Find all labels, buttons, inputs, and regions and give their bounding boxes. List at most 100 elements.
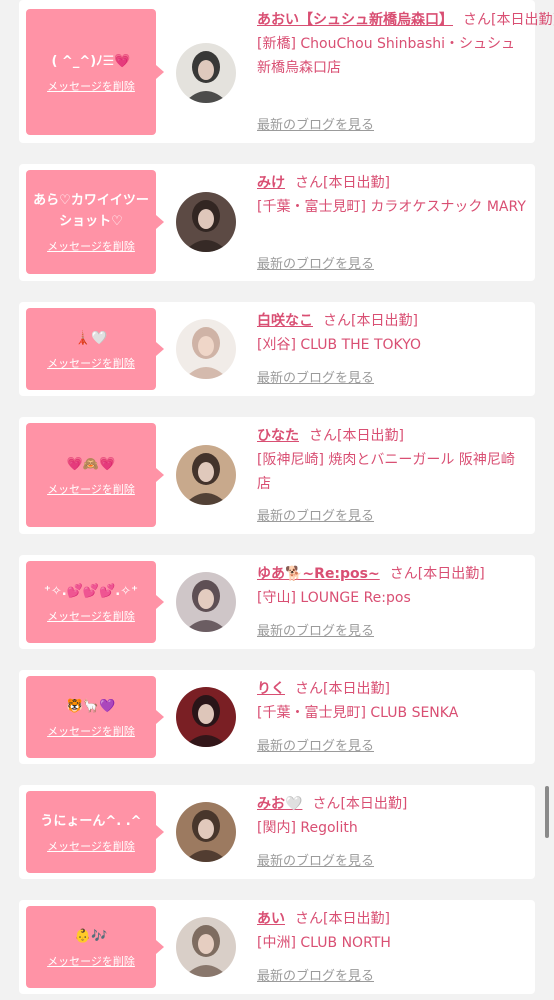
avatar[interactable] [176,687,236,747]
message-text: あら♡カワイイツーショット♡ [33,193,149,229]
latest-blog-link[interactable]: 最新のブログを見る [257,968,374,986]
name-line: 白咲なこ さん[本日出勤] [257,309,527,333]
delete-message-link[interactable]: メッセージを削除 [47,838,135,854]
girl-info: みお🤍 さん[本日出勤] [関内] Regolith 最新のブログを見る [257,792,527,879]
girl-name-link[interactable]: りく [257,681,285,697]
status-label: [本日出勤] [323,175,390,191]
message-bubble: 👶🎶 メッセージを削除 [26,906,164,988]
avatar[interactable] [176,192,236,252]
shop-name: Regolith [300,820,358,836]
honorific: さん [295,681,323,697]
shop-name: LOUNGE Re:pos [300,590,411,606]
shop-detail: [新橋] ChouChou Shinbashi・シュシュ新橋烏森口店 [257,32,527,80]
honorific: さん [312,796,341,812]
name-line: あおい【シュシュ新橋烏森口】 さん[本日出勤] [257,8,554,32]
latest-blog-link[interactable]: 最新のブログを見る [257,853,374,871]
girl-info: みけ さん[本日出勤] [千葉・富士見町] カラオケスナック MARY 最新のブログを… [257,171,527,281]
shop-detail: [阪神尼崎] 焼肉とバニーガール 阪神尼崎店 [257,448,527,496]
latest-blog-link[interactable]: 最新のブログを見る [257,738,374,756]
delete-message-link[interactable]: メッセージを削除 [47,608,135,624]
avatar[interactable] [176,445,236,505]
girl-name-link[interactable]: ゆあ🐕~Re:pos~ [257,566,380,582]
status-label: [本日出勤] [323,681,390,697]
latest-blog-link[interactable]: 最新のブログを見る [257,623,374,641]
girl-name-link[interactable]: ひなた [257,428,299,444]
shop-detail: [関内] Regolith [257,816,527,840]
avatar[interactable] [176,43,236,103]
status-label: [本日出勤] [340,796,408,812]
girl-card: ⁺✧.💕💕💕.✧⁺ メッセージを削除 ゆあ🐕~Re:pos~ さん[本日出勤] [守山]… [19,555,535,649]
shop-name: ChouChou Shinbashi・シュシュ新橋烏森口店 [257,36,516,76]
area-label: [守山] [257,590,296,606]
message-bubble: 🐯🦙💜 メッセージを削除 [26,676,164,758]
avatar[interactable] [176,917,236,977]
girl-info: ひなた さん[本日出勤] [阪神尼崎] 焼肉とバニーガール 阪神尼崎店 最新のブログを… [257,424,527,534]
message-bubble: ( ^_^)ﾉ☰💗 メッセージを削除 [26,9,164,135]
girl-card: 💗🙈💗 メッセージを削除 ひなた さん[本日出勤] [阪神尼崎] 焼肉とバニーガール 阪… [19,417,535,534]
message-bubble: 🗼🤍 メッセージを削除 [26,308,164,390]
status-label: [本日出勤] [491,12,554,28]
girl-card: 👶🎶 メッセージを削除 あい さん[本日出勤] [中洲] CLUB NORTH 最新のブロ… [19,900,535,994]
honorific: さん [295,911,323,927]
girl-card: うにょーん^. .^ メッセージを削除 みお🤍 さん[本日出勤] [関内] Regoli… [19,785,535,879]
message-text: 🗼🤍 [74,330,108,346]
girl-card: 🐯🦙💜 メッセージを削除 りく さん[本日出勤] [千葉・富士見町] CLUB SENK… [19,670,535,764]
avatar[interactable] [176,572,236,632]
honorific: さん [463,12,491,28]
message-text: ⁺✧.💕💕💕.✧⁺ [44,583,138,599]
status-label: [本日出勤] [417,566,485,582]
delete-message-link[interactable]: メッセージを削除 [47,953,135,969]
name-line: あい さん[本日出勤] [257,907,527,931]
area-label: [千葉・富士見町] [257,705,366,721]
latest-blog-link[interactable]: 最新のブログを見る [257,117,374,135]
area-label: [関内] [257,820,296,836]
message-text: 🐯🦙💜 [66,698,116,714]
honorific: さん [295,175,323,191]
name-line: ひなた さん[本日出勤] [257,424,527,448]
name-line: みお🤍 さん[本日出勤] [257,792,527,816]
name-line: みけ さん[本日出勤] [257,171,527,195]
status-label: [本日出勤] [323,911,390,927]
area-label: [阪神尼崎] [257,452,324,468]
shop-name: カラオケスナック MARY [370,199,526,215]
girl-card: 🗼🤍 メッセージを削除 白咲なこ さん[本日出勤] [刈谷] CLUB THE TOKY… [19,302,535,396]
girl-card: ( ^_^)ﾉ☰💗 メッセージを削除 あおい【シュシュ新橋烏森口】 さん[本日出勤][… [19,0,554,143]
status-label: [本日出勤] [337,428,404,444]
area-label: [千葉・富士見町] [257,199,366,215]
latest-blog-link[interactable]: 最新のブログを見る [257,256,374,274]
shop-detail: [刈谷] CLUB THE TOKYO [257,333,527,357]
shop-name: CLUB NORTH [300,935,391,951]
girl-name-link[interactable]: みお🤍 [257,796,302,812]
girl-info: あい さん[本日出勤] [中洲] CLUB NORTH 最新のブログを見る [257,907,527,994]
honorific: さん [309,428,337,444]
girl-info: ゆあ🐕~Re:pos~ さん[本日出勤] [守山] LOUNGE Re:pos 最新の… [257,562,527,649]
latest-blog-link[interactable]: 最新のブログを見る [257,508,374,526]
girl-name-link[interactable]: 白咲なこ [257,313,313,329]
message-bubble: あら♡カワイイツーショット♡ メッセージを削除 [26,170,164,274]
delete-message-link[interactable]: メッセージを削除 [47,238,135,254]
latest-blog-link[interactable]: 最新のブログを見る [257,370,374,388]
area-label: [刈谷] [257,337,296,353]
delete-message-link[interactable]: メッセージを削除 [47,481,135,497]
avatar[interactable] [176,319,236,379]
honorific: さん [389,566,418,582]
girl-name-link[interactable]: みけ [257,175,285,191]
area-label: [中洲] [257,935,296,951]
delete-message-link[interactable]: メッセージを削除 [47,78,135,94]
delete-message-link[interactable]: メッセージを削除 [47,355,135,371]
avatar[interactable] [176,802,236,862]
delete-message-link[interactable]: メッセージを削除 [47,723,135,739]
message-bubble: ⁺✧.💕💕💕.✧⁺ メッセージを削除 [26,561,164,643]
name-line: ゆあ🐕~Re:pos~ さん[本日出勤] [257,562,527,586]
girl-info: あおい【シュシュ新橋烏森口】 さん[本日出勤] [新橋] ChouChou Shin… [257,8,554,143]
message-text: ( ^_^)ﾉ☰💗 [51,53,131,69]
area-label: [新橋] [257,36,296,52]
girl-name-link[interactable]: あおい【シュシュ新橋烏森口】 [257,12,453,28]
message-bubble: うにょーん^. .^ メッセージを削除 [26,791,164,873]
girl-info: りく さん[本日出勤] [千葉・富士見町] CLUB SENKA 最新のブログを見る [257,677,527,764]
scrollbar[interactable] [545,786,549,838]
shop-detail: [千葉・富士見町] カラオケスナック MARY [257,195,527,219]
girl-name-link[interactable]: あい [257,911,285,927]
shop-name: CLUB THE TOKYO [300,337,422,353]
shop-detail: [守山] LOUNGE Re:pos [257,586,527,610]
